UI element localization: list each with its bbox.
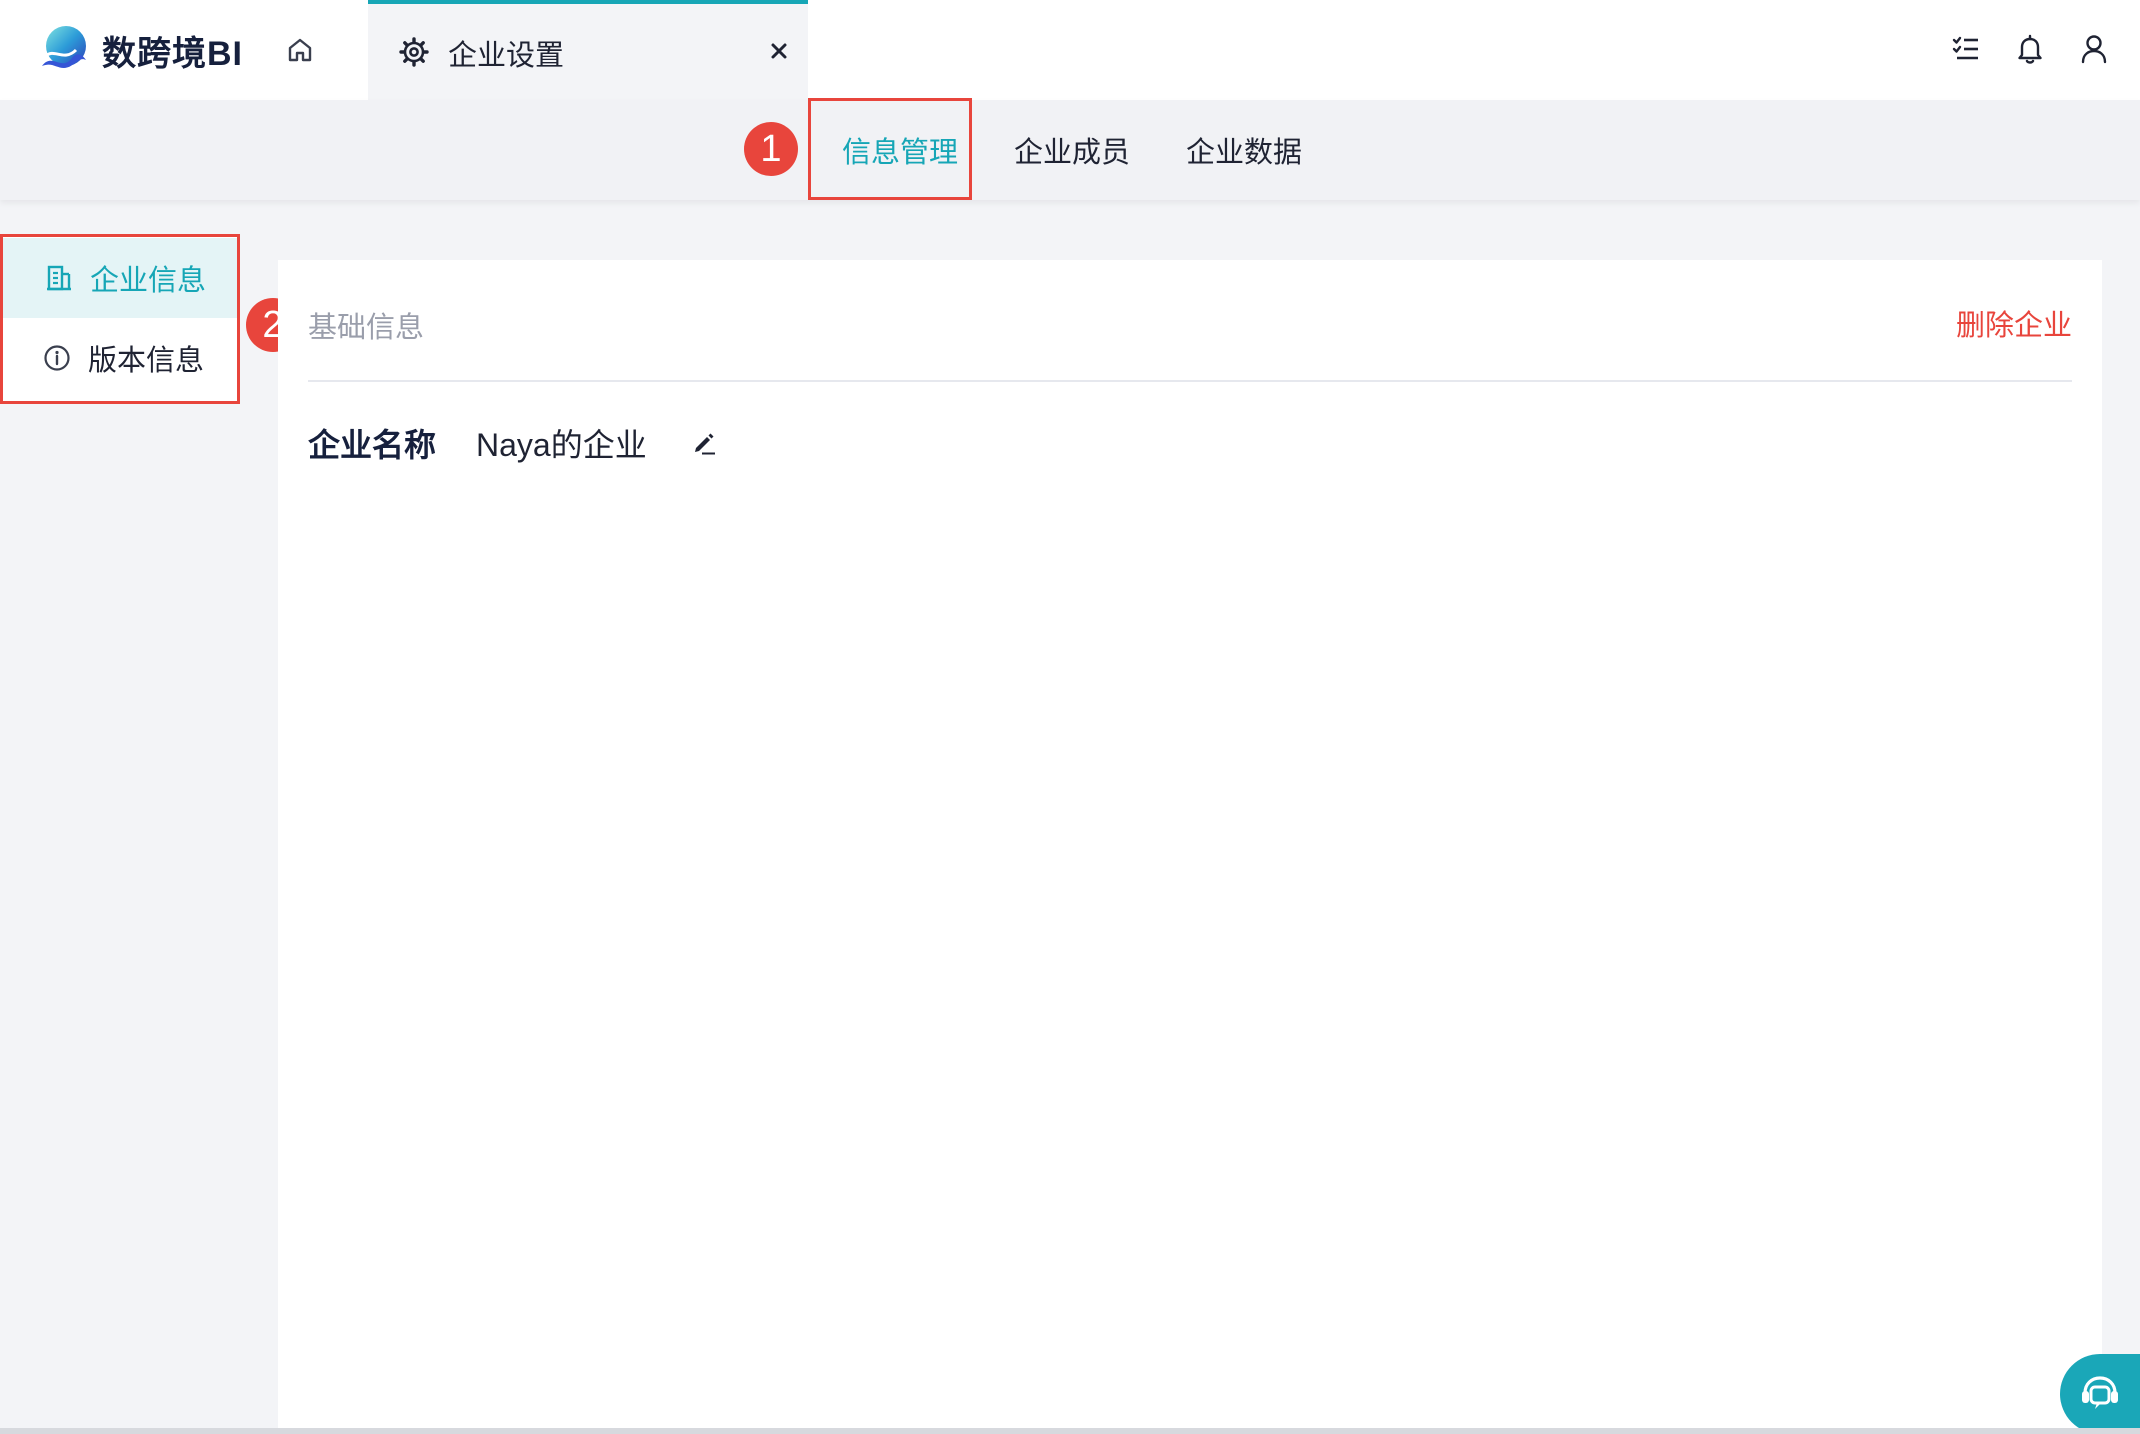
header-actions bbox=[1948, 28, 2112, 70]
tab-enterprise-settings[interactable]: 企业设置 bbox=[368, 0, 808, 100]
home-button[interactable] bbox=[280, 30, 320, 70]
step-badge-1: 1 bbox=[744, 122, 798, 176]
brand-name: 数跨境BI bbox=[102, 34, 243, 73]
sub-navigation: 信息管理 企业成员 企业数据 bbox=[0, 100, 2140, 200]
gear-icon bbox=[399, 37, 429, 67]
tab-label: 企业数据 bbox=[1186, 137, 1303, 169]
bottom-edge bbox=[0, 1428, 2140, 1434]
bell-icon bbox=[2018, 34, 2042, 64]
top-bar: 数跨境BI 企业设置 bbox=[0, 0, 2140, 100]
sidebar-item-version-info[interactable]: 版本信息 bbox=[0, 318, 240, 398]
section-title: 基础信息 bbox=[308, 312, 425, 344]
close-icon bbox=[771, 43, 787, 59]
brand-logo-icon bbox=[42, 26, 86, 68]
tab-info-management[interactable]: 信息管理 bbox=[842, 100, 958, 200]
tab-enterprise-data[interactable]: 企业数据 bbox=[1186, 100, 1302, 200]
edit-enterprise-name-button[interactable] bbox=[686, 424, 722, 460]
task-list-button[interactable] bbox=[1948, 28, 1984, 70]
building-icon bbox=[47, 265, 71, 291]
sidebar-item-label: 企业信息 bbox=[90, 265, 207, 297]
sidebar-item-enterprise-info[interactable]: 企业信息 bbox=[0, 238, 240, 318]
edit-icon bbox=[695, 433, 715, 455]
delete-enterprise-button[interactable]: 删除企业 bbox=[1956, 302, 2072, 344]
info-icon-wrap bbox=[42, 343, 72, 373]
side-menu: 企业信息 版本信息 bbox=[0, 234, 240, 404]
user-button[interactable] bbox=[2076, 28, 2112, 70]
task-list-icon bbox=[1952, 36, 1978, 60]
tab-close-button[interactable] bbox=[762, 34, 796, 68]
tab-enterprise-members[interactable]: 企业成员 bbox=[1014, 100, 1130, 200]
sidebar-item-label: 版本信息 bbox=[88, 345, 205, 377]
chat-support-button[interactable] bbox=[2060, 1354, 2140, 1434]
user-icon bbox=[2081, 35, 2107, 64]
building-icon-wrap bbox=[44, 263, 74, 293]
content-panel: 基础信息 删除企业 企业名称 Naya的企业 bbox=[278, 260, 2102, 1434]
notifications-button[interactable] bbox=[2012, 28, 2048, 70]
home-icon bbox=[288, 38, 312, 62]
brand[interactable]: 数跨境BI bbox=[36, 22, 243, 78]
chat-support-icon bbox=[2082, 1376, 2118, 1409]
tab-label: 信息管理 bbox=[842, 137, 959, 169]
enterprise-name-label: 企业名称 bbox=[308, 427, 437, 463]
tab-label: 企业成员 bbox=[1014, 137, 1131, 169]
divider bbox=[308, 380, 2072, 382]
tab-label: 企业设置 bbox=[448, 40, 565, 72]
info-icon bbox=[44, 345, 70, 371]
enterprise-name-value: Naya的企业 bbox=[476, 427, 647, 463]
